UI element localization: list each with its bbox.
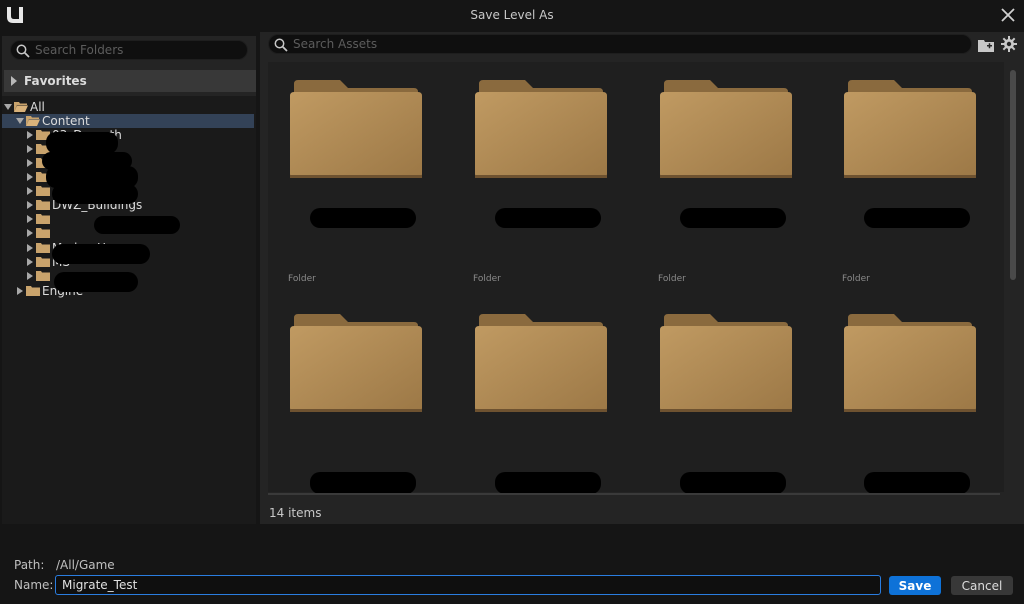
collapsed-arrow-icon[interactable]: [26, 187, 34, 195]
folder-panel: Favorites AllContent03_DagrothDWZ_Buildi…: [2, 36, 256, 524]
collapsed-arrow-icon[interactable]: [26, 272, 34, 280]
open-folder-icon: [14, 102, 28, 112]
expanded-arrow-icon[interactable]: [16, 117, 24, 125]
folder-icon: [36, 257, 50, 267]
folder-icon: [290, 80, 422, 178]
folder-icon: [290, 314, 422, 412]
redaction-mark: [94, 216, 180, 234]
asset-search-box[interactable]: [268, 34, 972, 54]
tree-item[interactable]: All: [2, 100, 242, 114]
redaction-mark: [864, 208, 970, 228]
path-label: Path:: [14, 558, 45, 572]
asset-grid: Folder Folder Folder Folder: [268, 62, 1004, 494]
title-bar: Save Level As: [0, 0, 1024, 32]
asset-type-label: Folder: [473, 274, 501, 284]
folder-search-input[interactable]: [35, 42, 241, 58]
tree-item[interactable]: Content: [2, 114, 254, 128]
level-name-input[interactable]: [55, 575, 881, 595]
asset-tile[interactable]: [461, 296, 639, 516]
tree-item-label: All: [30, 100, 45, 114]
divider: [268, 493, 1000, 495]
redaction-mark: [864, 472, 970, 494]
grid-scrollbar[interactable]: [1010, 70, 1016, 280]
add-folder-icon[interactable]: [978, 38, 994, 52]
redaction-mark: [310, 208, 416, 228]
redaction-mark: [52, 184, 138, 204]
collapsed-arrow-icon[interactable]: [26, 201, 34, 209]
collapsed-arrow-icon[interactable]: [26, 244, 34, 252]
folder-icon: [36, 271, 50, 281]
collapsed-arrow-icon[interactable]: [26, 131, 34, 139]
folder-icon: [36, 186, 50, 196]
collapsed-arrow-icon[interactable]: [26, 145, 34, 153]
folder-icon: [36, 243, 50, 253]
gear-icon[interactable]: [1001, 36, 1017, 52]
open-folder-icon: [26, 116, 40, 126]
search-icon: [16, 44, 30, 58]
window-title: Save Level As: [470, 8, 554, 22]
folder-tree: AllContent03_DagrothDWZ_BuildingsModernH…: [2, 96, 256, 524]
redaction-mark: [680, 208, 786, 228]
save-button[interactable]: Save: [889, 576, 941, 595]
favorites-label: Favorites: [24, 74, 87, 88]
collapsed-arrow-icon[interactable]: [26, 258, 34, 266]
asset-type-label: Folder: [658, 274, 686, 284]
redaction-mark: [52, 244, 150, 264]
collapsed-arrow-icon[interactable]: [26, 173, 34, 181]
collapsed-arrow-icon[interactable]: [16, 287, 24, 295]
tree-item-label: Content: [42, 114, 90, 128]
folder-icon: [660, 314, 792, 412]
asset-tile[interactable]: Folder: [461, 62, 639, 284]
collapsed-arrow-icon[interactable]: [26, 215, 34, 223]
collapsed-arrow-icon[interactable]: [26, 229, 34, 237]
asset-type-label: Folder: [842, 274, 870, 284]
search-icon: [274, 38, 288, 52]
redaction-mark: [54, 272, 138, 292]
collapsed-arrow-icon: [11, 76, 17, 86]
asset-tile[interactable]: Folder: [276, 62, 454, 284]
items-count: 14 items: [269, 506, 322, 520]
close-icon[interactable]: [1000, 7, 1016, 23]
redaction-mark: [495, 472, 601, 494]
collapsed-arrow-icon[interactable]: [26, 159, 34, 167]
redaction-mark: [46, 132, 118, 154]
folder-search-box[interactable]: [10, 40, 248, 60]
folder-icon: [844, 80, 976, 178]
redaction-mark: [495, 208, 601, 228]
cancel-button[interactable]: Cancel: [951, 576, 1013, 595]
tree-item[interactable]: 03_Dagroth: [2, 128, 242, 142]
folder-icon: [36, 214, 50, 224]
folder-icon: [844, 314, 976, 412]
folder-icon: [36, 228, 50, 238]
folder-icon: [475, 80, 607, 178]
asset-tile[interactable]: Folder: [830, 62, 1008, 284]
folder-icon: [26, 286, 40, 296]
asset-tile[interactable]: Folder: [646, 62, 824, 284]
expanded-arrow-icon[interactable]: [4, 103, 12, 111]
asset-type-label: Folder: [288, 274, 316, 284]
path-value: /All/Game: [56, 558, 115, 572]
asset-tile[interactable]: [276, 296, 454, 516]
asset-panel: Folder Folder Folder Folder 14 items: [260, 32, 1024, 524]
asset-search-input[interactable]: [293, 36, 963, 52]
favorites-header[interactable]: Favorites: [4, 70, 256, 92]
redaction-mark: [310, 472, 416, 494]
folder-icon: [475, 314, 607, 412]
redaction-mark: [680, 472, 786, 494]
asset-tile[interactable]: [646, 296, 824, 516]
folder-icon: [660, 80, 792, 178]
asset-tile[interactable]: [830, 296, 1008, 516]
name-label: Name:: [14, 578, 54, 592]
folder-icon: [36, 200, 50, 210]
